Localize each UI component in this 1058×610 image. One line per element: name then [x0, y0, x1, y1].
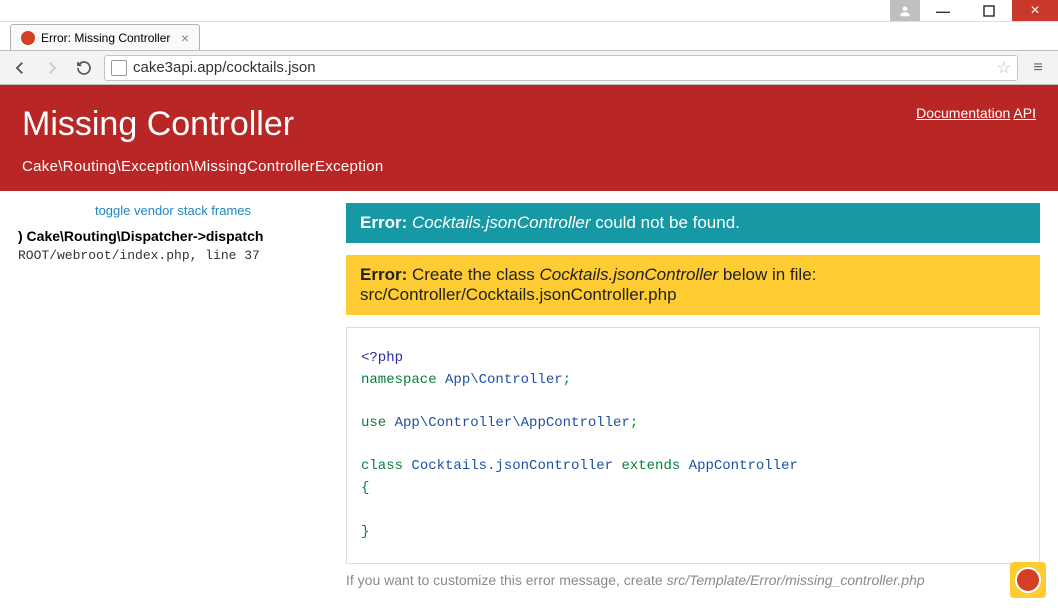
hint-classname: Cocktails.jsonController — [540, 265, 719, 284]
page-icon — [111, 60, 127, 76]
cake-logo-icon — [1015, 567, 1041, 593]
reload-button[interactable] — [72, 56, 96, 80]
cake-badge[interactable] — [1010, 562, 1046, 598]
browser-menu-button[interactable]: ≡ — [1026, 56, 1050, 80]
docs-link[interactable]: Documentation — [916, 105, 1010, 121]
browser-tab[interactable]: Error: Missing Controller × — [10, 24, 200, 50]
profile-button[interactable] — [890, 0, 920, 21]
tab-close-icon[interactable]: × — [181, 30, 189, 46]
maximize-button[interactable] — [966, 0, 1012, 21]
footnote-text: If you want to customize this error mess… — [346, 572, 667, 588]
tab-title: Error: Missing Controller — [41, 31, 170, 45]
bookmark-star-icon[interactable]: ☆ — [997, 58, 1011, 78]
content-area: toggle vendor stack frames ) Cake\Routin… — [0, 191, 1058, 600]
window-titlebar: — × — [0, 0, 1058, 22]
footnote-path: src/Template/Error/missing_controller.ph… — [667, 572, 925, 588]
forward-button[interactable] — [40, 56, 64, 80]
error-header: Missing Controller Documentation API Cak… — [0, 85, 1058, 191]
stack-frame-title: ) Cake\Routing\Dispatcher->dispatch — [18, 228, 328, 244]
footnote: If you want to customize this error mess… — [346, 572, 1040, 588]
stack-sidebar: toggle vendor stack frames ) Cake\Routin… — [18, 203, 328, 588]
toggle-vendor-frames[interactable]: toggle vendor stack frames — [18, 203, 328, 218]
error-banner-secondary: Error: Create the class Cocktails.jsonCo… — [346, 255, 1040, 315]
code-block: <?php namespace App\Controller; use App\… — [346, 327, 1040, 564]
browser-toolbar: cake3api.app/cocktails.json ☆ ≡ — [0, 50, 1058, 85]
back-button[interactable] — [8, 56, 32, 80]
url-text: cake3api.app/cocktails.json — [133, 59, 991, 76]
error-banner-primary: Error: Cocktails.jsonController could no… — [346, 203, 1040, 243]
error-label: Error: — [360, 213, 412, 232]
api-link[interactable]: API — [1013, 105, 1036, 121]
error-classname: Cocktails.jsonController — [412, 213, 591, 232]
error-rest: could not be found. — [591, 213, 740, 232]
main-panel: Error: Cocktails.jsonController could no… — [346, 203, 1040, 588]
hint-pre: Create the class — [412, 265, 540, 284]
hint-label: Error: — [360, 265, 412, 284]
header-links: Documentation API — [916, 105, 1036, 121]
close-button[interactable]: × — [1012, 0, 1058, 21]
address-bar[interactable]: cake3api.app/cocktails.json ☆ — [104, 55, 1018, 81]
exception-class: Cake\Routing\Exception\MissingController… — [22, 158, 1036, 175]
favicon-icon — [21, 31, 35, 45]
minimize-button[interactable]: — — [920, 0, 966, 21]
tab-strip: Error: Missing Controller × — [0, 22, 1058, 50]
stack-frame-location: ROOT/webroot/index.php, line 37 — [18, 248, 328, 263]
page-title: Missing Controller — [22, 105, 294, 144]
